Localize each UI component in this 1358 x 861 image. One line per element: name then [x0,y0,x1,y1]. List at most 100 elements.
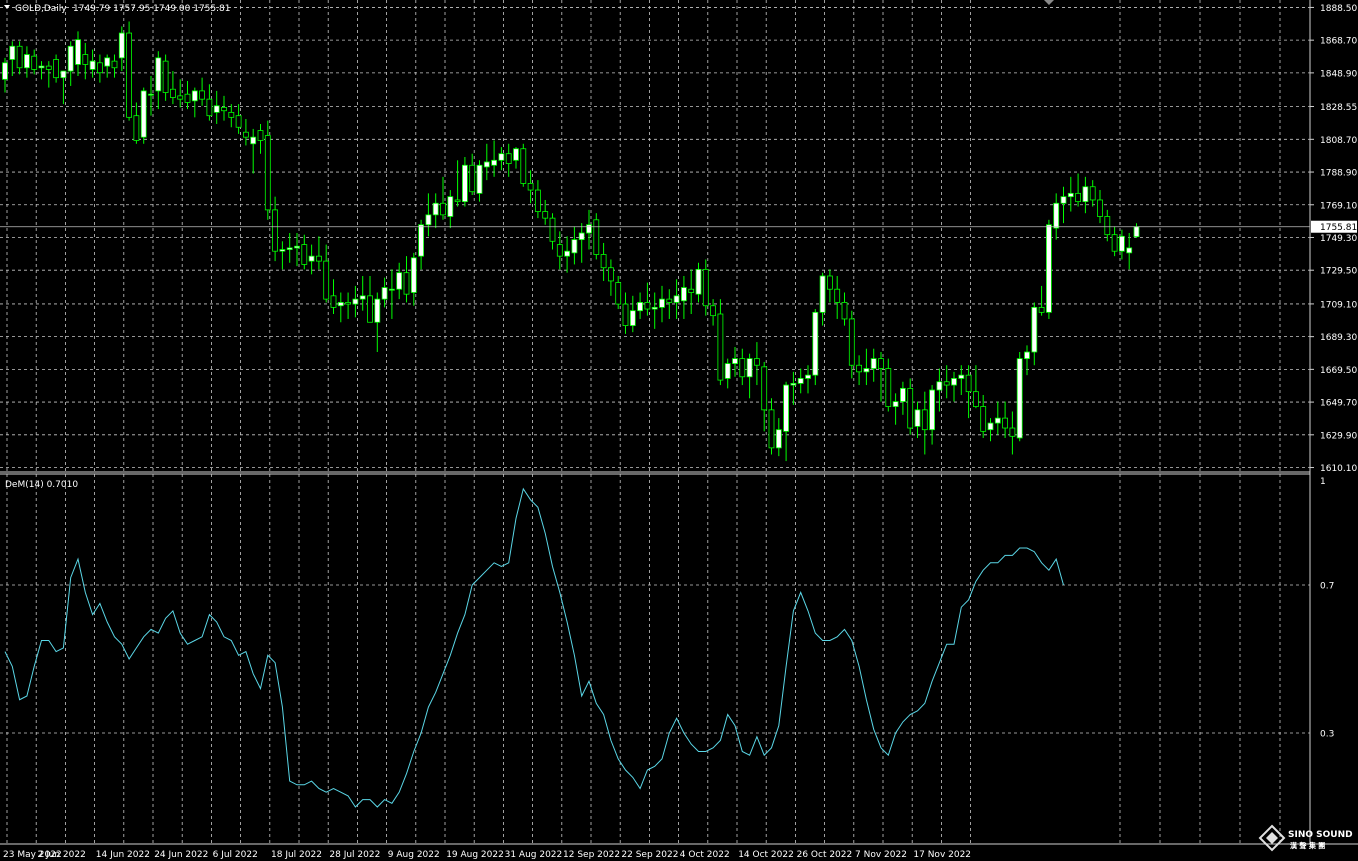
candle [140,87,147,144]
candle-body [943,381,950,386]
candle [520,143,527,187]
candle-body [23,54,30,69]
candle-body [1046,224,1052,313]
candle-body [1009,427,1016,437]
candle-body [1111,234,1118,252]
candle-body [994,417,1001,424]
candle-body [9,45,16,60]
logo-subtitle: 漢 聲 集 團 [1290,841,1325,850]
candle-body [629,310,636,326]
candle-body [1126,247,1133,254]
candle-body [169,88,176,98]
candle-body [177,95,184,100]
candle-body [754,358,760,366]
candle-body [622,303,629,326]
candle-body [812,311,819,376]
candle-body [1104,216,1111,236]
candle-body [469,164,476,193]
price-tick-label: 1729.50 [1320,267,1357,277]
candle-body [973,391,979,407]
candle [593,213,600,260]
candle-body [527,183,534,191]
candle-body [242,131,249,138]
candle-body [856,364,862,373]
candle-body [644,302,651,310]
candle-body [133,115,140,141]
candle-body [301,244,308,265]
candle-body [425,214,432,226]
candle-body [162,60,169,93]
candle-body [892,401,899,407]
candle-body [1060,196,1067,204]
candle-body [308,255,315,262]
candle-body [746,358,753,378]
candle-body [440,202,446,216]
candle-body [951,378,957,386]
date-tick-label: 31 Aug 2022 [505,850,563,860]
candle-body [206,98,213,117]
candle [812,309,819,386]
candle-body [38,65,45,69]
date-axis: 23 May 20222 Jun 2022 14 Jun 2022 24 Jun 2… [3,850,971,860]
candle-body [250,136,257,145]
candle-body [936,381,943,391]
candle-body [97,62,103,74]
candle-body [367,295,373,323]
candle-body [520,148,527,184]
candle-body [608,267,614,282]
candle-body [279,249,286,252]
candle-body [345,302,352,305]
candle-body [1119,235,1125,252]
candle-body [140,90,147,138]
candle-body [958,374,965,379]
candle-body [505,153,512,165]
candle-body [870,358,877,369]
candle-body [461,164,468,203]
logo-brand: SINO SOUND [1288,830,1353,840]
current-price-label: 1755.81 [1320,223,1357,233]
date-tick-label: 28 Jul 2022 [329,850,380,860]
candle-body [60,70,67,79]
date-tick-label: 22 Sep 2022 [621,850,678,860]
indicator-tick-label: 0.3 [1320,730,1334,740]
candle-body [549,217,556,242]
candle-body [228,111,235,118]
candle-body [294,245,300,249]
candle-body [651,306,658,310]
date-tick-label: 14 Jun 2022 [96,850,150,860]
candle [126,21,132,121]
candle [1046,219,1052,319]
candle-body [118,32,125,59]
candle-body [315,255,322,262]
candle-body [410,257,417,293]
candle-body [571,239,578,254]
candle-body [89,60,96,70]
candle-body [615,282,622,305]
price-tick-label: 1868.70 [1320,37,1357,47]
candle-body [1075,192,1081,203]
candle-body [1082,186,1089,203]
candle-body [673,295,680,303]
candle-body [929,389,935,431]
date-tick-label: 26 Oct 2022 [797,850,853,860]
indicator-tick-label: 0.7 [1320,582,1334,592]
candle-body [31,55,38,70]
candle-body [213,105,220,113]
price-tick-label: 1828.55 [1320,103,1357,113]
candle-body [556,244,563,257]
price-tick-label: 1788.90 [1320,169,1357,179]
candle [264,120,271,220]
candle-body [1097,199,1103,217]
candle-body [286,247,293,250]
candle-body [600,254,607,269]
candle-body [783,384,789,432]
candle-body [257,130,264,141]
candle-body [432,202,439,216]
price-tick-label: 1669.50 [1320,366,1357,376]
candle-body [483,161,490,168]
candle-body [827,275,833,290]
candle-body [688,288,695,293]
candle-body [352,298,359,305]
price-tick-label: 1709.10 [1320,300,1357,310]
candle-body [82,54,89,65]
